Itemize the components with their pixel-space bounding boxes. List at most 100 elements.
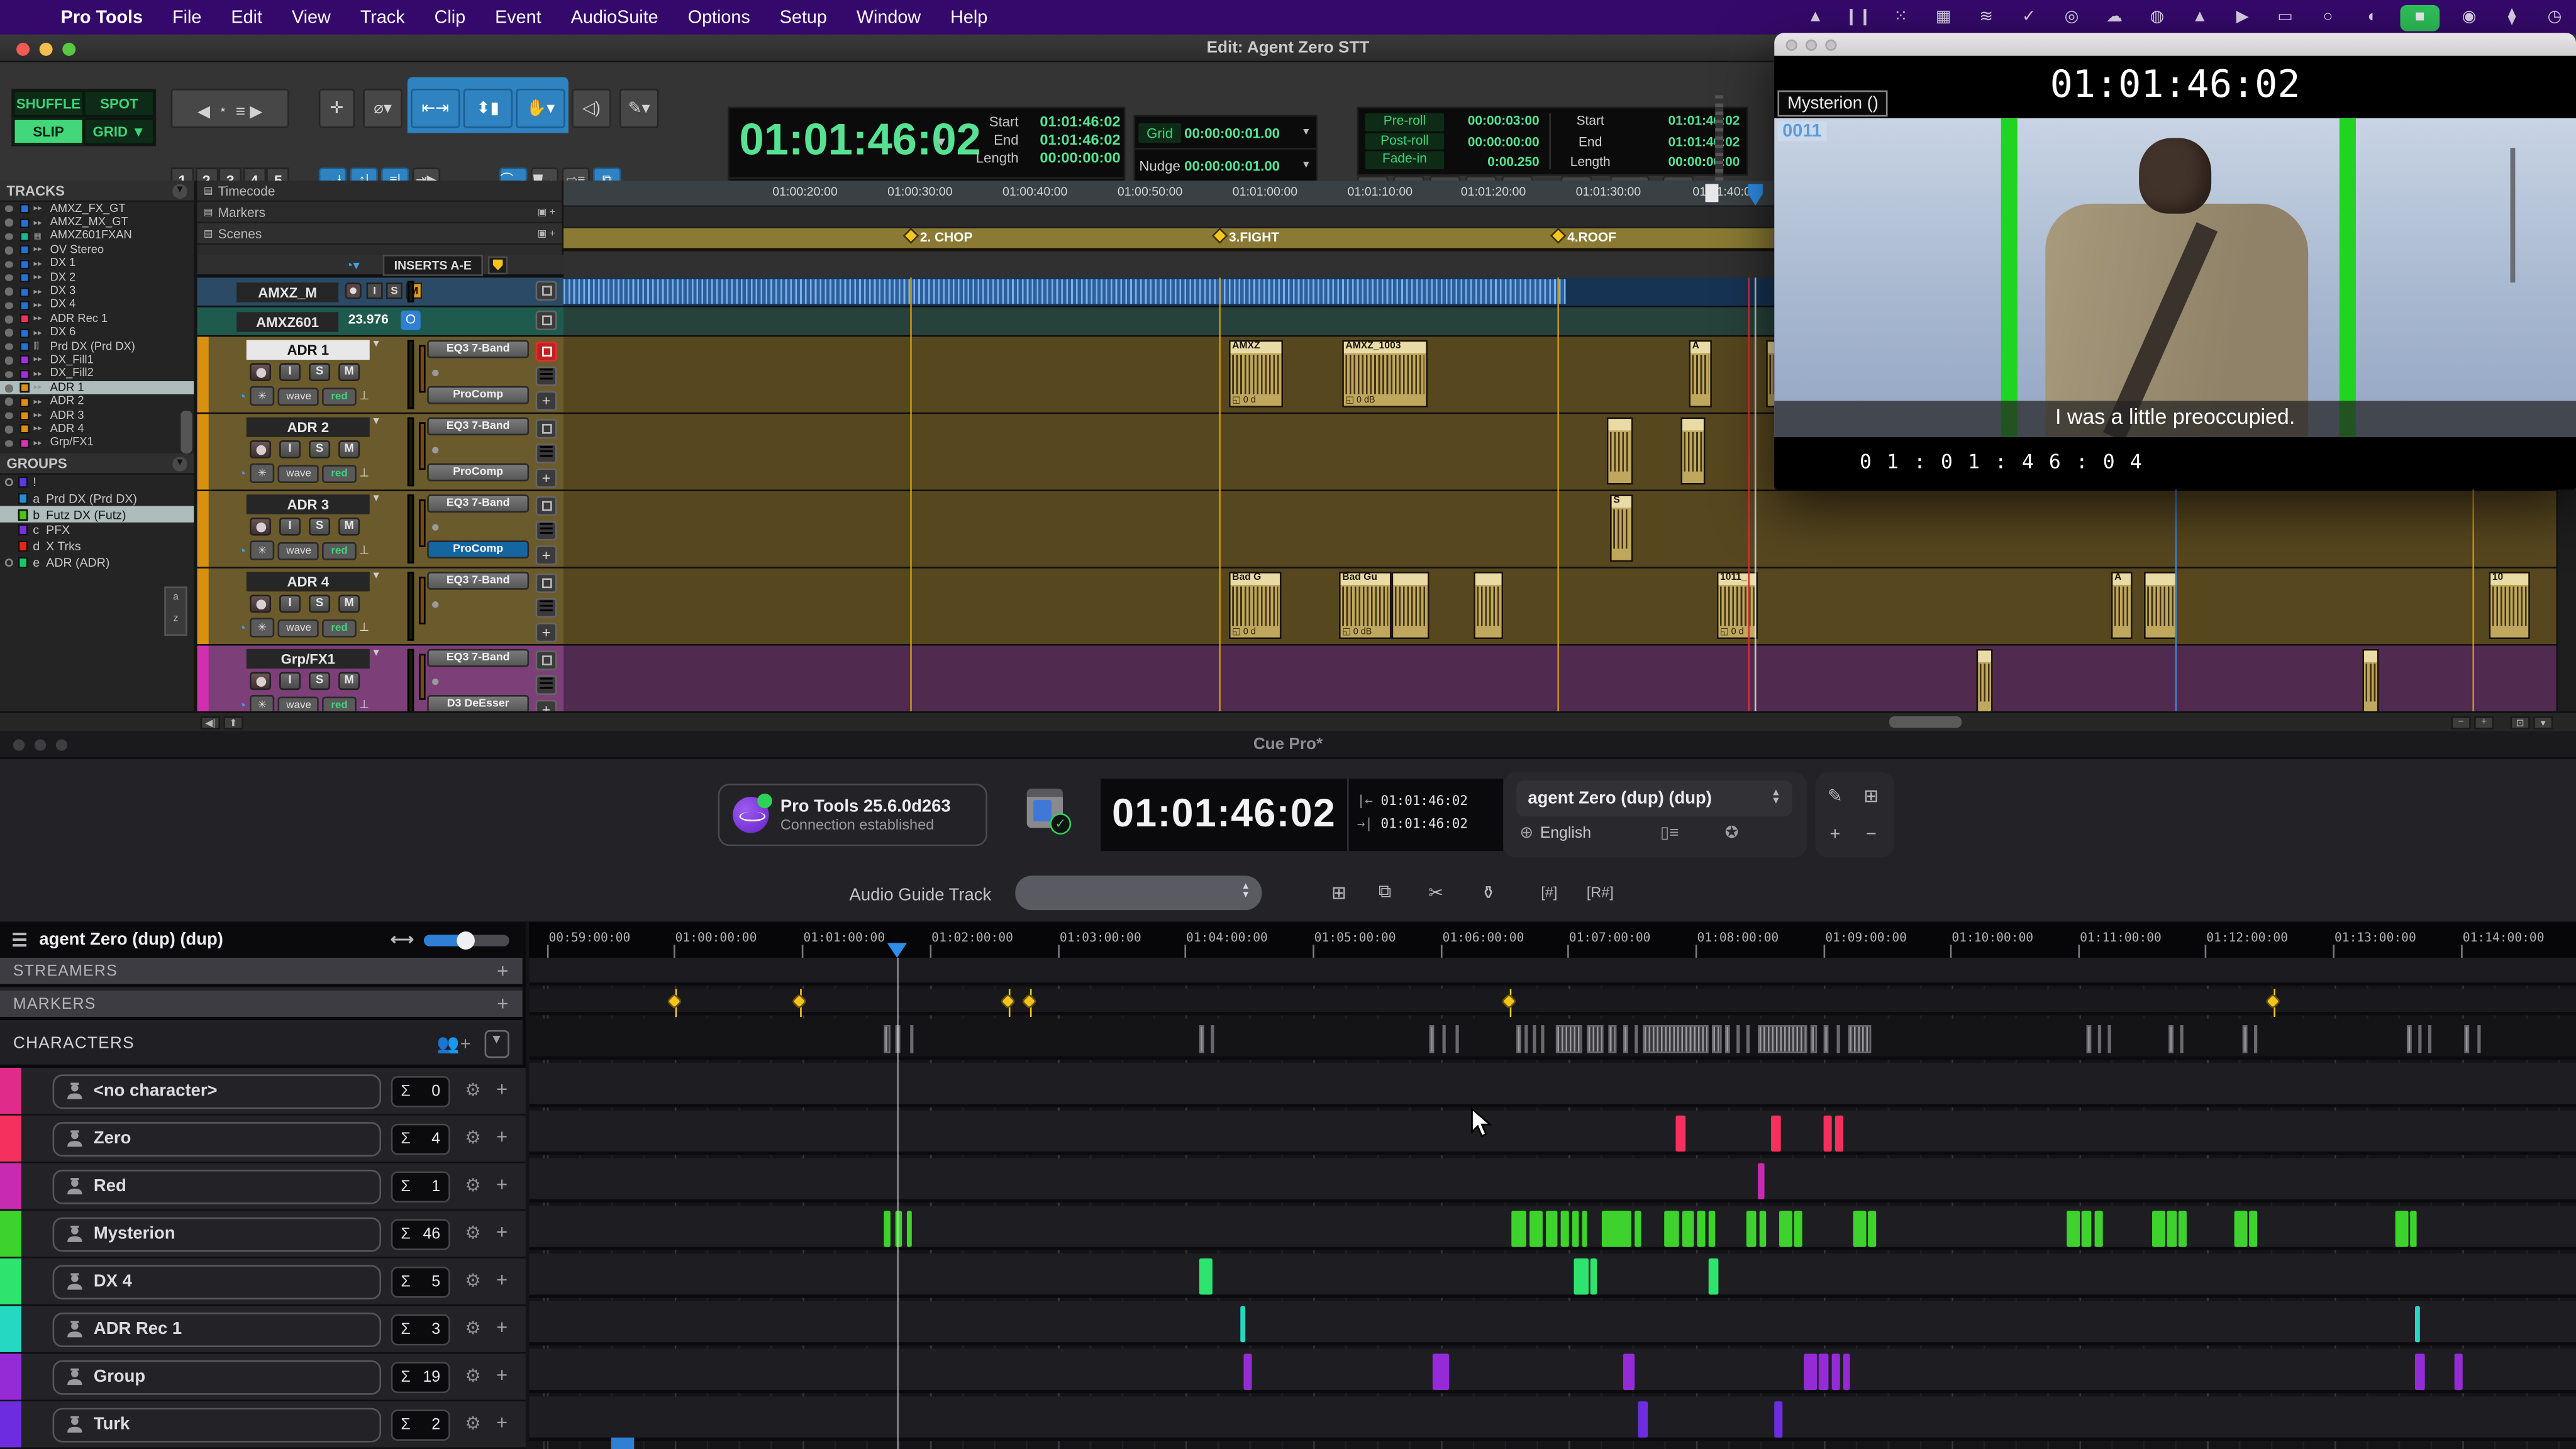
cue-clip[interactable]	[1433, 1353, 1449, 1389]
video-frame[interactable]: 0011 I was a little preoccupied.	[1774, 118, 2576, 437]
selection-start[interactable]: 01:01:46:02	[1025, 113, 1121, 131]
guide-audio-segment[interactable]	[2464, 1025, 2469, 1053]
cue-clip[interactable]	[907, 1211, 912, 1246]
guide-audio-segment[interactable]	[1836, 1025, 1840, 1053]
cue-marker[interactable]	[1002, 994, 1017, 1013]
track-insert-add-button[interactable]: +	[536, 623, 557, 642]
cue-clip[interactable]	[1530, 1211, 1543, 1246]
cue-lane-group[interactable]	[529, 1349, 2576, 1394]
film-reel-icon[interactable]: ✪	[1725, 824, 1739, 843]
track-M-button[interactable]: M	[338, 672, 360, 690]
zoom-fit-button[interactable]: ⊡	[2511, 716, 2530, 730]
sidebar-track-dx-fill1[interactable]: ▸▸DX_Fill1	[0, 353, 194, 367]
guide-audio-segment[interactable]	[1430, 1025, 1435, 1053]
cue-clip[interactable]	[2410, 1211, 2416, 1246]
track-view-selector[interactable]: wave	[278, 387, 319, 405]
video-online-button[interactable]: O	[401, 311, 420, 330]
cue-marker[interactable]	[669, 994, 684, 1013]
menu-window[interactable]: Window	[841, 8, 935, 27]
playlist-selector[interactable]: red	[323, 541, 356, 560]
guide-audio-segment[interactable]	[1824, 1025, 1829, 1053]
character-row-mysterion[interactable]: Mysterion Σ46 ⚙ +	[0, 1211, 526, 1258]
zoomer-tool[interactable]: ⌀▾	[363, 89, 402, 128]
track-comments-button[interactable]: ≡	[536, 521, 557, 540]
guide-audio-segment[interactable]	[1556, 1025, 1582, 1053]
guide-audio-segment[interactable]	[1848, 1025, 1872, 1053]
character-row-zero[interactable]: Zero Σ4 ⚙ +	[0, 1116, 526, 1163]
scroll-up-button[interactable]: ⬆	[223, 716, 243, 730]
cue-clip[interactable]	[1602, 1211, 1631, 1246]
track-name-menu-icon[interactable]: ▼	[371, 494, 381, 504]
cue-clip[interactable]	[2415, 1306, 2420, 1342]
menu-pro-tools[interactable]: Pro Tools	[46, 8, 157, 27]
track-rec-button[interactable]	[250, 595, 271, 613]
cue-clip[interactable]	[1635, 1211, 1641, 1246]
guide-audio-segment[interactable]	[2418, 1025, 2421, 1053]
guide-audio-segment[interactable]	[1623, 1025, 1628, 1053]
track-M-button[interactable]: M	[338, 595, 360, 613]
guide-audio-segment[interactable]	[1643, 1025, 1708, 1053]
preroll-label[interactable]: Pre-roll	[1365, 113, 1444, 130]
sidebar-track-dx-fill2[interactable]: ▸▸DX_Fill2	[0, 367, 194, 381]
spotlight-search-icon[interactable]: ○	[2315, 6, 2341, 29]
globe-app-icon[interactable]: ◍	[2144, 6, 2170, 29]
cue-marker[interactable]	[1503, 994, 1518, 1013]
minimize-button[interactable]	[40, 43, 53, 56]
add-marker-button[interactable]: +	[497, 992, 509, 1016]
tracks-panel-header[interactable]: TRACKS ▼	[0, 180, 194, 202]
filter-icon[interactable]: ▼	[485, 1030, 509, 1058]
character-row-turk[interactable]: Turk Σ2 ⚙ +	[0, 1401, 526, 1449]
grid-label[interactable]: Grid	[1138, 123, 1181, 142]
trim-tool[interactable]: ⇤⇥	[411, 89, 460, 128]
cue-clip[interactable]	[1709, 1211, 1715, 1246]
track-rec-button[interactable]	[250, 440, 271, 458]
sidebar-track-adr-4[interactable]: ▸▸ADR 4	[0, 423, 194, 436]
audio-clip[interactable]	[1607, 418, 1633, 485]
character-name-pill[interactable]: ADR Rec 1	[53, 1312, 381, 1346]
sidebar-track-amxz-fx-gt[interactable]: ▸▸AMXZ_FX_GT	[0, 202, 194, 216]
track-comments-button[interactable]: ≡	[536, 675, 557, 695]
zoom-controls[interactable]: ◀ ﹡ ≡ ▶	[171, 89, 289, 128]
track-M-button[interactable]: M	[338, 518, 360, 536]
cue-clip[interactable]	[2095, 1211, 2103, 1246]
character-name-pill[interactable]: Turk	[53, 1407, 381, 1441]
track-window-button[interactable]	[536, 311, 557, 330]
menu-view[interactable]: View	[277, 8, 345, 27]
track-insert-add-button[interactable]: +	[536, 468, 557, 487]
cue-clip-blue[interactable]	[611, 1438, 635, 1449]
guide-audio-segment[interactable]	[2254, 1025, 2257, 1053]
track-M-button[interactable]: M	[338, 363, 360, 381]
add-streamer-button[interactable]: +	[497, 960, 509, 983]
guide-audio-segment[interactable]	[1199, 1025, 1204, 1053]
grid-value[interactable]: 00:00:00:01.00	[1184, 124, 1296, 140]
audio-clip-a[interactable]: A	[1689, 340, 1712, 408]
menu-help[interactable]: Help	[936, 8, 1002, 27]
zoom-out-button[interactable]: −	[2451, 716, 2470, 730]
remove-session-button[interactable]: −	[1855, 818, 1887, 851]
cue-clip[interactable]	[1591, 1258, 1597, 1294]
cue-window-buttons[interactable]	[13, 740, 67, 751]
cue-clip[interactable]	[1511, 1211, 1526, 1246]
cue-clip[interactable]	[1824, 1116, 1832, 1152]
postroll-label[interactable]: Post-roll	[1365, 132, 1444, 149]
cue-clip[interactable]	[2067, 1211, 2080, 1246]
character-settings-icon[interactable]: ⚙	[465, 1079, 481, 1101]
cue-clip[interactable]	[2152, 1211, 2165, 1246]
track-window-button[interactable]	[536, 281, 557, 301]
cue-marker[interactable]	[1023, 994, 1038, 1013]
cue-clip[interactable]	[1868, 1211, 1876, 1246]
audio-clip[interactable]	[1474, 572, 1503, 639]
track-name-4[interactable]: ADR 3	[247, 494, 370, 514]
character-settings-icon[interactable]: ⚙	[465, 1365, 481, 1387]
track-S-button[interactable]: S	[309, 672, 330, 690]
guide-audio-segment[interactable]	[884, 1025, 890, 1053]
audio-clip[interactable]	[2362, 649, 2379, 714]
edit-mode-shuffle[interactable]: SHUFFLE	[13, 91, 84, 117]
tracks-menu-icon[interactable]: ▼	[172, 183, 187, 198]
audio-clip[interactable]	[1392, 572, 1430, 639]
zoom-toggle-tool[interactable]: ✛	[319, 89, 355, 128]
cue-lane-turk[interactable]	[529, 1396, 2576, 1441]
character-row-group[interactable]: Group Σ19 ⚙ +	[0, 1353, 526, 1401]
cue-lane-zero[interactable]	[529, 1111, 2576, 1155]
character-add-icon[interactable]: +	[496, 1411, 508, 1435]
